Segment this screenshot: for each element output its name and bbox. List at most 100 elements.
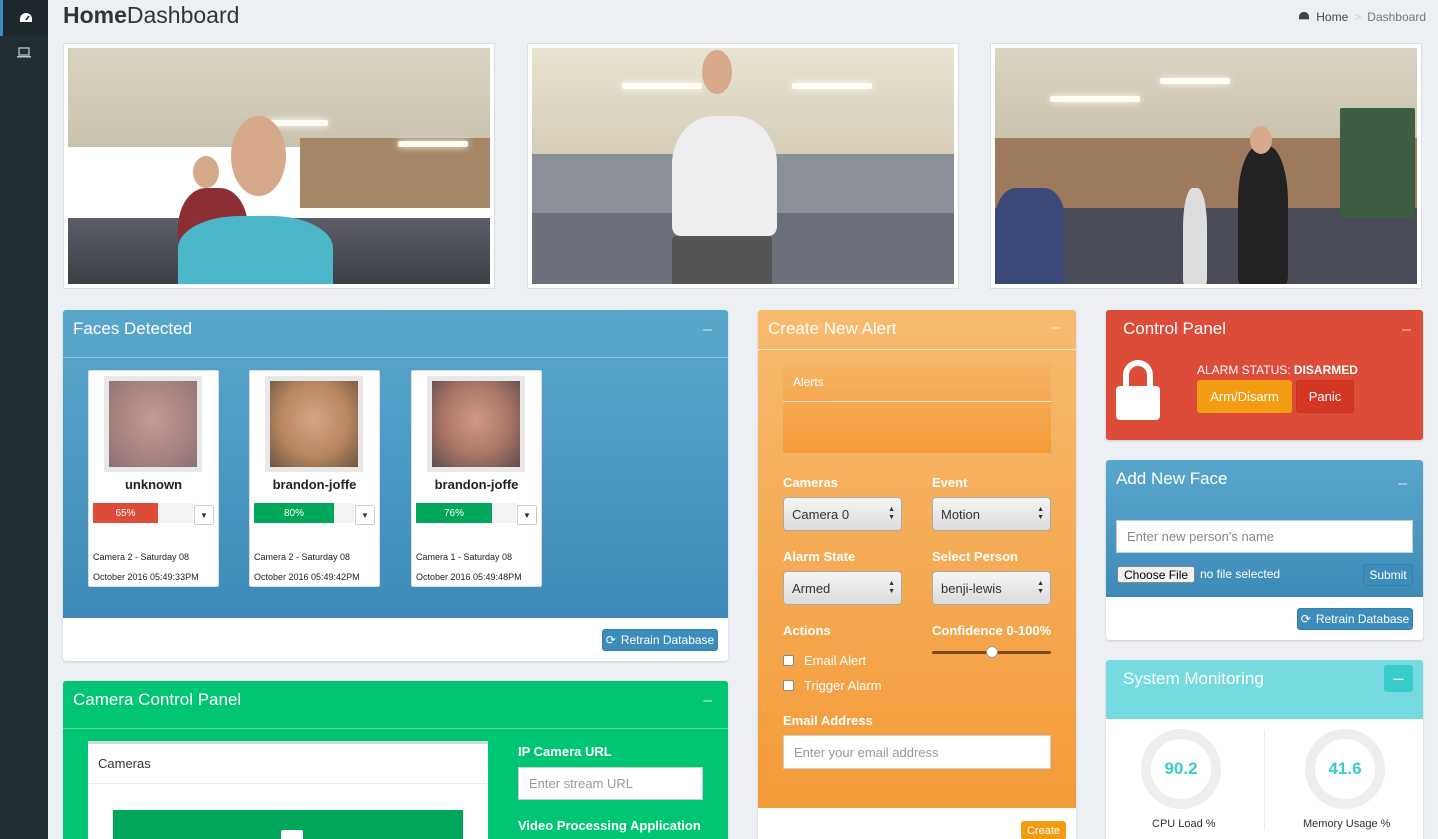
sidebar-item-dashboard[interactable] — [0, 0, 48, 36]
camera-control-panel: Camera Control Panel – Cameras IP Camera… — [63, 681, 728, 839]
breadcrumb: Home > Dashboard — [1298, 10, 1426, 24]
person-name-input[interactable]: Enter new person's name — [1116, 520, 1413, 553]
create-alert-panel: Create New Alert – Alerts Cameras Event … — [758, 310, 1076, 839]
face-menu-dropdown[interactable]: ▼ — [517, 505, 537, 525]
control-panel-header: Control Panel – — [1106, 310, 1423, 358]
control-panel: Control Panel – ALARM STATUS: DISARMED A… — [1106, 310, 1423, 440]
email-alert-checkbox[interactable]: Email Alert — [783, 653, 866, 668]
system-monitoring-panel: System Monitoring – 90.2 CPU Load % 41.6… — [1106, 660, 1423, 839]
caret-down-icon: ▼ — [200, 510, 208, 520]
faces-detected-header: Faces Detected – — [63, 310, 728, 358]
page-title: HomeDashboard — [63, 2, 239, 29]
submit-face-button[interactable]: Submit — [1363, 564, 1413, 586]
retrain-database-button[interactable]: ⟳ Retrain Database — [602, 629, 718, 651]
face-camera-line: Camera 2 - Saturday 08 — [93, 552, 190, 562]
create-alert-button[interactable]: Create — [1021, 821, 1066, 839]
face-card: brandon-joffe 76% ▼ Camera 1 - Saturday … — [411, 370, 542, 587]
camera-control-title: Camera Control Panel — [73, 690, 242, 709]
actions-label: Actions — [783, 623, 831, 638]
breadcrumb-separator: > — [1354, 10, 1362, 24]
camera-feed-image — [68, 48, 490, 284]
face-name: brandon-joffe — [434, 477, 519, 492]
add-face-panel: Add New Face – Enter new person's name C… — [1106, 460, 1423, 640]
face-name: unknown — [124, 477, 183, 492]
face-menu-dropdown[interactable]: ▼ — [194, 505, 214, 525]
cameras-label: Cameras — [783, 475, 838, 490]
camera-control-header: Camera Control Panel – — [63, 681, 728, 729]
cameras-box: Cameras — [88, 741, 488, 839]
alarm-status: ALARM STATUS: DISARMED — [1197, 363, 1358, 377]
camera-feed-1[interactable] — [63, 43, 495, 289]
face-menu-dropdown[interactable]: ▼ — [355, 505, 375, 525]
retrain-database-label: Retrain Database — [1315, 612, 1410, 626]
email-address-label: Email Address — [783, 713, 873, 728]
add-face-title: Add New Face — [1116, 469, 1228, 488]
video-camera-icon — [281, 830, 303, 839]
face-time-line: October 2016 05:49:48PM — [416, 572, 522, 582]
camera-feed-image — [532, 48, 954, 284]
sidebar-item-laptop[interactable] — [0, 34, 48, 70]
event-select[interactable]: Motion ▲ ▼ — [932, 497, 1051, 531]
create-alert-header: Create New Alert – — [758, 310, 1076, 350]
updown-icon: ▲ ▼ — [1037, 506, 1044, 521]
email-alert-label: Email Alert — [804, 653, 867, 668]
divider — [1264, 730, 1265, 830]
updown-icon: ▲ ▼ — [888, 580, 895, 595]
arm-disarm-button[interactable]: Arm/Disarm — [1197, 380, 1292, 413]
memory-usage-value: 41.6 — [1328, 759, 1362, 778]
choose-file-button[interactable]: Choose File — [1117, 566, 1196, 583]
collapse-icon[interactable]: – — [1402, 322, 1411, 338]
camera-thumbnail[interactable] — [113, 810, 463, 839]
breadcrumb-home[interactable]: Home — [1316, 10, 1348, 24]
camera-feed-image — [995, 48, 1417, 284]
confidence-slider[interactable] — [932, 646, 1051, 660]
face-detection-info: Camera 2 - Saturday 08 October 2016 05:4… — [254, 547, 360, 587]
updown-icon: ▲ ▼ — [888, 506, 895, 521]
cameras-box-title: Cameras — [88, 744, 488, 784]
ip-camera-url-label: IP Camera URL — [518, 744, 612, 759]
cameras-select[interactable]: Camera 0 ▲ ▼ — [783, 497, 902, 531]
select-person-select[interactable]: benji-lewis ▲ ▼ — [932, 571, 1051, 605]
checkbox-box[interactable] — [783, 655, 794, 666]
camera-feed-2[interactable] — [527, 43, 959, 289]
collapse-button[interactable]: – — [1384, 665, 1413, 692]
sidebar — [0, 0, 48, 839]
laptop-icon — [17, 46, 31, 58]
ip-camera-url-input[interactable]: Enter stream URL — [518, 767, 703, 800]
dashboard-icon — [1298, 10, 1310, 24]
system-monitoring-header: System Monitoring — [1106, 660, 1423, 708]
video-processing-label: Video Processing Application — [518, 818, 701, 833]
camera-feed-3[interactable] — [990, 43, 1422, 289]
face-detection-info: Camera 2 - Saturday 08 October 2016 05:4… — [93, 547, 199, 587]
refresh-icon: ⟳ — [1300, 612, 1311, 626]
alarm-state-select-value: Armed — [792, 580, 831, 596]
file-status-text: no file selected — [1200, 567, 1281, 581]
control-panel-title: Control Panel — [1123, 319, 1227, 338]
collapse-icon[interactable]: – — [1398, 476, 1407, 492]
refresh-icon: ⟳ — [605, 633, 616, 647]
alarm-state-select[interactable]: Armed ▲ ▼ — [783, 571, 902, 605]
retrain-database-button-2[interactable]: ⟳ Retrain Database — [1297, 608, 1413, 630]
email-address-input[interactable]: Enter your email address — [783, 735, 1051, 769]
page-title-rest: Dashboard — [126, 2, 240, 28]
collapse-icon[interactable]: – — [703, 322, 712, 338]
cpu-load-value: 90.2 — [1164, 759, 1198, 778]
create-alert-title: Create New Alert — [768, 319, 897, 338]
face-detection-info: Camera 1 - Saturday 08 October 2016 05:4… — [416, 547, 522, 587]
select-person-label: Select Person — [932, 549, 1018, 564]
checkbox-box[interactable] — [783, 680, 794, 691]
collapse-icon[interactable]: – — [703, 693, 712, 709]
trigger-alarm-label: Trigger Alarm — [804, 678, 882, 693]
confidence-bar-fill: 80% — [254, 503, 334, 523]
memory-usage-label: Memory Usage % — [1303, 818, 1391, 830]
trigger-alarm-checkbox[interactable]: Trigger Alarm — [783, 678, 882, 693]
cameras-select-value: Camera 0 — [792, 506, 850, 522]
collapse-icon[interactable]: – — [1051, 320, 1060, 336]
slider-thumb[interactable] — [985, 646, 998, 658]
add-face-header: Add New Face – — [1106, 460, 1423, 508]
panic-button[interactable]: Panic — [1296, 380, 1354, 413]
confidence-bar-fill: 65% — [93, 503, 158, 523]
faces-detected-title: Faces Detected — [73, 319, 193, 338]
face-card: unknown 65% ▼ Camera 2 - Saturday 08 Oct… — [88, 370, 219, 587]
cpu-load-gauge: 90.2 — [1141, 729, 1221, 809]
